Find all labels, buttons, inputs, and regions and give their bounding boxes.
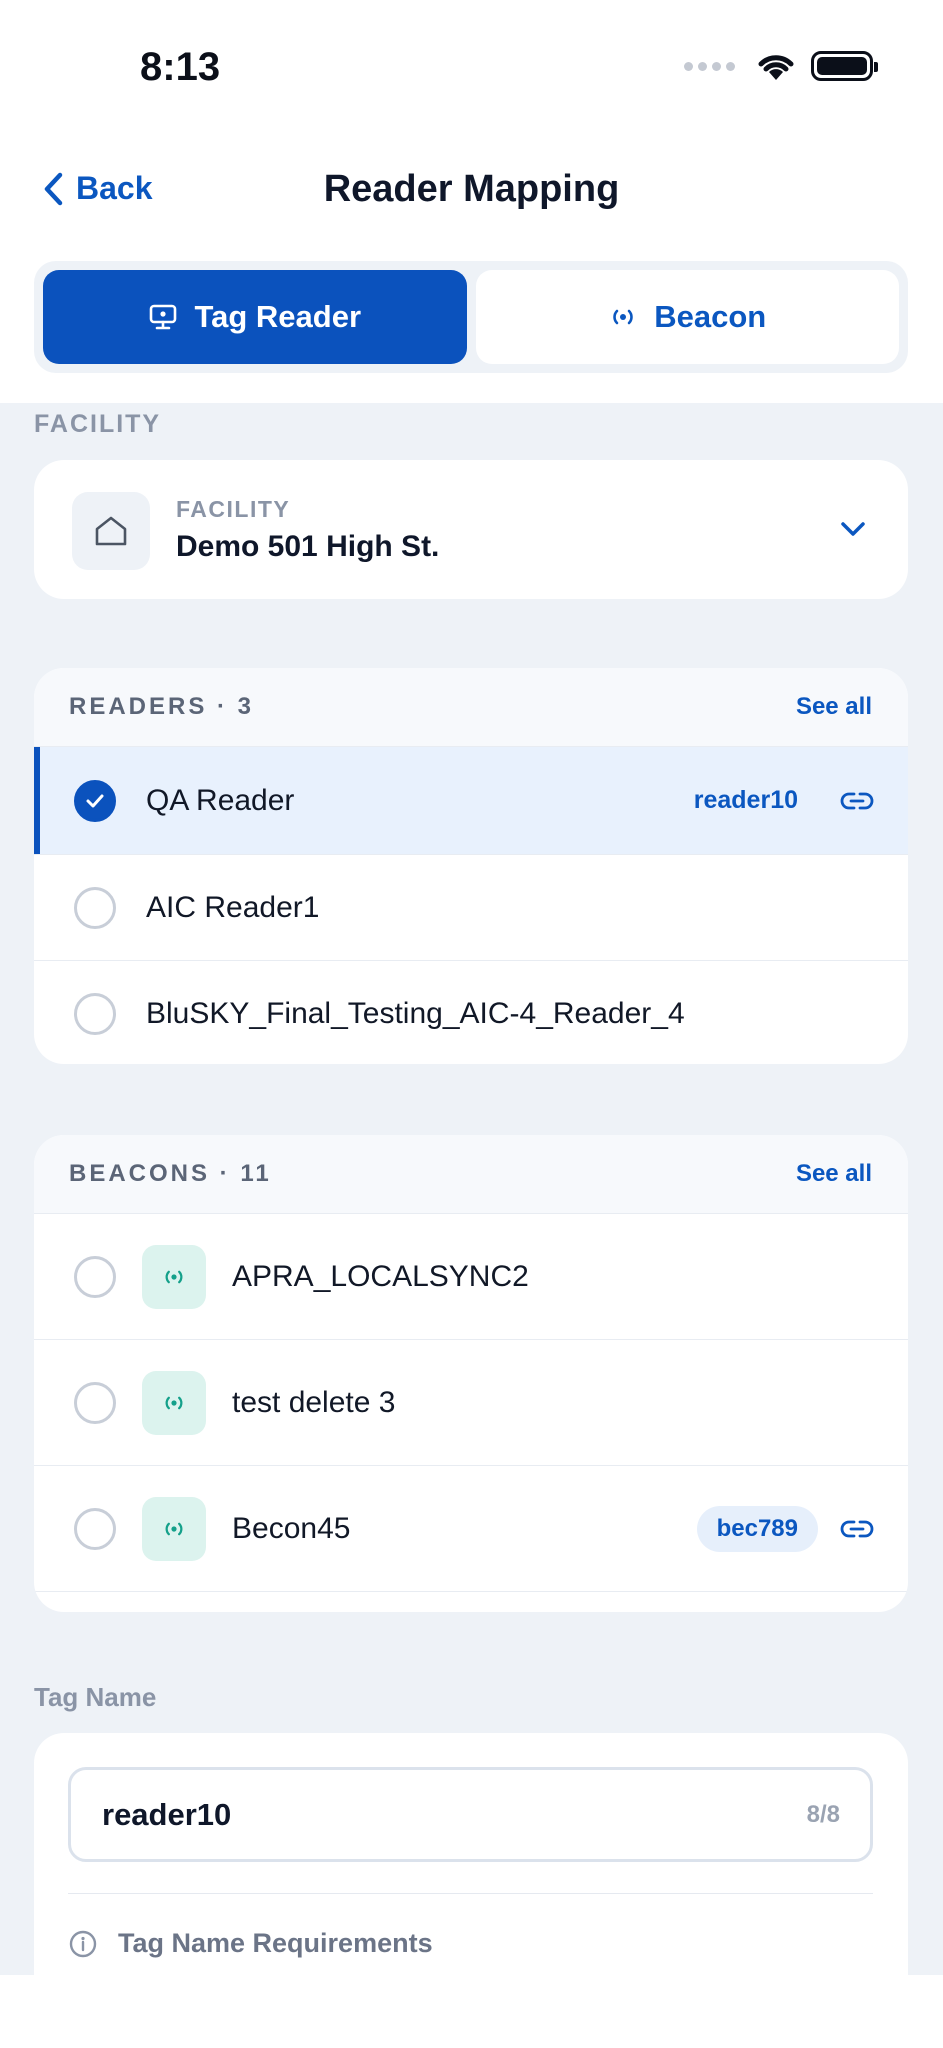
divider <box>68 1893 873 1894</box>
tab-tag-reader-label: Tag Reader <box>194 299 362 334</box>
readers-see-all-link[interactable]: See all <box>796 693 872 721</box>
status-time: 8:13 <box>140 45 221 89</box>
reader-name: QA Reader <box>146 783 295 817</box>
home-icon <box>95 516 127 546</box>
tag-name-section-label: Tag Name <box>34 1682 157 1712</box>
tag-name-value: reader10 <box>102 1796 232 1832</box>
facility-value: Demo 501 High St. <box>176 530 440 563</box>
page-title: Reader Mapping <box>323 168 620 210</box>
broadcast-icon <box>165 1270 183 1283</box>
beacon-radio[interactable] <box>74 1255 116 1298</box>
reader-name: BluSKY_Final_Testing_AIC-4_Reader_4 <box>146 997 685 1030</box>
beacon-icon-box <box>142 1244 206 1309</box>
monitor-icon <box>150 304 177 330</box>
beacon-row-becon45[interactable]: Becon45 bec789 <box>34 1466 908 1592</box>
beacons-title: BEACONS · 11 <box>69 1160 272 1187</box>
beacons-card: BEACONS · 11 See all APRA_LOCALSYNC2 tes… <box>34 1135 908 1612</box>
reader-row-blusky[interactable]: BluSKY_Final_Testing_AIC-4_Reader_4 <box>34 961 908 1064</box>
tag-name-requirements-label: Tag Name Requirements <box>118 1928 433 1958</box>
beacon-name: APRA_LOCALSYNC2 <box>232 1259 529 1293</box>
beacon-icon-box <box>142 1370 206 1435</box>
facility-icon-box <box>72 492 150 570</box>
reader-radio[interactable] <box>74 886 116 929</box>
tab-tag-reader[interactable]: Tag Reader <box>43 270 467 364</box>
link-icon[interactable] <box>840 790 874 812</box>
broadcast-icon <box>165 1396 183 1409</box>
link-icon[interactable] <box>840 1518 874 1540</box>
info-icon <box>69 1930 97 1957</box>
beacon-row-apra[interactable]: APRA_LOCALSYNC2 <box>34 1214 908 1340</box>
tag-name-char-count: 8/8 <box>806 1800 840 1828</box>
reader-row-qa-reader[interactable]: QA Reader reader10 <box>34 747 908 855</box>
tag-name-input[interactable]: reader10 8/8 <box>68 1767 873 1862</box>
beacon-radio[interactable] <box>74 1381 116 1424</box>
readers-title: READERS · 3 <box>69 693 255 720</box>
beacon-name: Becon45 <box>232 1511 351 1545</box>
beacons-header: BEACONS · 11 See all <box>34 1135 908 1214</box>
wifi-icon <box>758 55 794 80</box>
beacon-tag-badge: bec789 <box>696 1505 818 1552</box>
broadcast-icon <box>165 1522 183 1535</box>
beacon-name: test delete 3 <box>232 1385 396 1419</box>
bottom-cover <box>0 1975 943 2048</box>
mode-segmented-control: Tag Reader Beacon <box>34 261 908 373</box>
checkmark-icon <box>86 794 104 807</box>
tab-beacon-label: Beacon <box>654 299 767 334</box>
chevron-down-icon <box>841 522 865 536</box>
reader-radio[interactable] <box>74 993 116 1035</box>
facility-section-label: FACILITY <box>34 410 162 438</box>
reader-tag: reader10 <box>693 786 798 814</box>
beacon-radio[interactable] <box>74 1507 116 1550</box>
facility-field-label: FACILITY <box>176 496 291 522</box>
tag-name-requirements-toggle[interactable]: Tag Name Requirements <box>68 1928 433 1959</box>
beacons-see-all-link[interactable]: See all <box>796 1160 872 1188</box>
readers-card: READERS · 3 See all QA Reader reader10 A… <box>34 668 908 1064</box>
reader-name: AIC Reader1 <box>146 890 320 924</box>
status-icons <box>684 50 878 82</box>
reader-row-aic-reader1[interactable]: AIC Reader1 <box>34 855 908 961</box>
beacon-row-test-delete[interactable]: test delete 3 <box>34 1340 908 1466</box>
beacon-icon-box <box>142 1496 206 1561</box>
readers-header: READERS · 3 See all <box>34 668 908 747</box>
cellular-signal-icon <box>684 61 735 71</box>
battery-icon <box>811 51 878 81</box>
facility-selector[interactable]: FACILITY Demo 501 High St. <box>34 460 908 599</box>
reader-radio-checked[interactable] <box>74 779 116 822</box>
tab-beacon[interactable]: Beacon <box>475 270 899 364</box>
broadcast-icon <box>613 309 634 325</box>
top-bar: 8:13 Back Reader Mapping Tag Reader Beac… <box>0 0 943 403</box>
